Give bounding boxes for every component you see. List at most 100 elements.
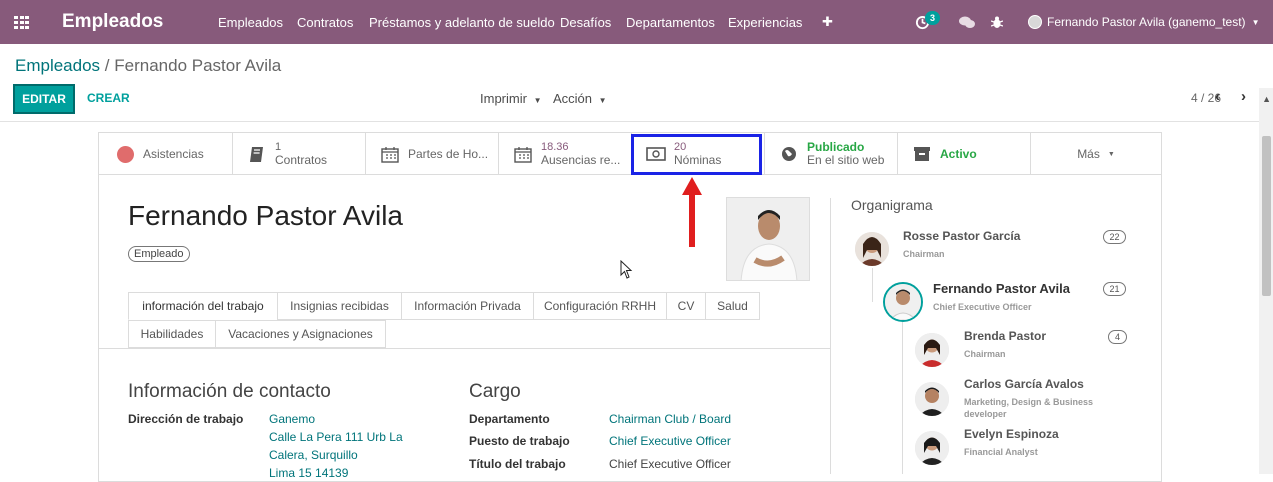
org-subordinate-count[interactable]: 4 xyxy=(1108,330,1127,344)
job-position-value[interactable]: Chief Executive Officer xyxy=(609,434,731,448)
job-position-label: Puesto de trabajo xyxy=(469,434,570,448)
breadcrumb-current: Fernando Pastor Avila xyxy=(114,56,282,75)
activity-count-badge: 3 xyxy=(925,11,940,25)
org-self-avatar[interactable] xyxy=(883,282,923,322)
app-title[interactable]: Empleados xyxy=(62,0,163,44)
action-dropdown[interactable]: Acción ▼ xyxy=(553,91,607,106)
pager-next-icon[interactable]: › xyxy=(1241,88,1246,105)
active-toggle-button[interactable]: Activo xyxy=(898,133,1031,175)
department-label: Departamento xyxy=(469,412,550,426)
edit-button[interactable]: EDITAR xyxy=(13,84,75,114)
job-title-value[interactable]: Chief Executive Officer xyxy=(609,457,731,471)
menu-desafios[interactable]: Desafíos xyxy=(560,0,611,44)
tab-skills[interactable]: Habilidades xyxy=(128,320,216,348)
tab-badges[interactable]: Insignias recibidas xyxy=(277,292,402,320)
top-navbar: Empleados Empleados Contratos Préstamos … xyxy=(0,0,1273,44)
org-subordinate-avatar[interactable] xyxy=(915,431,949,465)
org-self-count[interactable]: 21 xyxy=(1103,282,1126,296)
work-address-line[interactable]: Calera, Surquillo xyxy=(269,448,358,462)
org-subordinate-avatar[interactable] xyxy=(915,333,949,367)
org-connector xyxy=(872,268,873,302)
calendar-icon xyxy=(380,146,400,163)
menu-empleados[interactable]: Empleados xyxy=(218,0,283,44)
archive-icon xyxy=(912,146,932,162)
position-section-title: Cargo xyxy=(469,381,521,402)
org-manager-avatar[interactable] xyxy=(855,232,889,266)
caret-down-icon: ▼ xyxy=(533,96,542,105)
print-label: Imprimir xyxy=(480,91,527,106)
work-address-line[interactable]: Lima 15 14139 xyxy=(269,466,348,480)
org-chart-title: Organigrama xyxy=(851,197,933,213)
work-address-company[interactable]: Ganemo xyxy=(269,412,315,426)
breadcrumb-parent[interactable]: Empleados xyxy=(15,56,100,75)
menu-experiencias[interactable]: Experiencias xyxy=(728,0,802,44)
org-chart-separator xyxy=(830,198,831,474)
menu-departamentos[interactable]: Departamentos xyxy=(626,0,715,44)
website-label: En el sitio web xyxy=(807,153,885,167)
menu-prestamos[interactable]: Préstamos y adelanto de sueldo xyxy=(369,0,555,44)
attendance-status-icon xyxy=(115,145,135,163)
org-subordinate-job: Marketing, Design & Business xyxy=(964,397,1094,407)
control-panel: Empleados / Fernando Pastor Avila EDITAR… xyxy=(0,44,1273,122)
mouse-cursor-icon xyxy=(620,260,633,279)
department-value[interactable]: Chairman Club / Board xyxy=(609,412,731,426)
caret-down-icon: ▼ xyxy=(1107,150,1115,158)
contracts-button[interactable]: 1 Contratos xyxy=(233,133,366,175)
timesheets-button[interactable]: Partes de Ho... xyxy=(366,133,499,175)
work-address-line[interactable]: Calle La Pera 111 Urb La xyxy=(269,430,403,444)
tab-health[interactable]: Salud xyxy=(705,292,760,320)
caret-down-icon: ▼ xyxy=(598,96,607,105)
org-manager-count[interactable]: 22 xyxy=(1103,230,1126,244)
action-label: Acción xyxy=(553,91,593,106)
breadcrumb-separator: / xyxy=(104,56,110,75)
print-dropdown[interactable]: Imprimir ▼ xyxy=(480,91,541,106)
org-subordinate-name[interactable]: Carlos García Avalos xyxy=(964,377,1084,391)
tabs-divider xyxy=(98,348,830,349)
smart-button-box: Asistencias 1 Contratos Partes de Ho... … xyxy=(99,133,1161,175)
contracts-label: Contratos xyxy=(275,153,328,167)
work-address-label: Dirección de trabajo xyxy=(128,412,244,426)
tab-cv[interactable]: CV xyxy=(666,292,706,320)
org-subordinate-job: Chairman xyxy=(964,349,1006,359)
org-subordinate-name[interactable]: Evelyn Espinoza xyxy=(964,427,1059,441)
employee-photo[interactable] xyxy=(726,197,810,281)
org-manager-name[interactable]: Rosse Pastor García xyxy=(903,229,1020,243)
plus-icon[interactable]: ✚ xyxy=(822,0,833,44)
timesheets-label: Partes de Ho... xyxy=(408,147,489,161)
create-button[interactable]: CREAR xyxy=(87,91,130,105)
book-icon xyxy=(247,146,267,163)
tab-leaves-allocations[interactable]: Vacaciones y Asignaciones xyxy=(215,320,386,348)
chat-icon[interactable] xyxy=(959,0,975,44)
tab-work-info[interactable]: información del trabajo xyxy=(128,292,278,320)
menu-contratos[interactable]: Contratos xyxy=(297,0,353,44)
employee-name[interactable]: Fernando Pastor Avila xyxy=(128,200,403,232)
form-tabs: información del trabajo Insignias recibi… xyxy=(128,292,760,348)
absences-button[interactable]: 18.36 Ausencias re... xyxy=(499,133,632,175)
scrollbar-thumb[interactable] xyxy=(1262,136,1271,296)
org-subordinate-job: Financial Analyst xyxy=(964,447,1038,457)
user-avatar xyxy=(1028,15,1042,29)
apps-menu-icon[interactable] xyxy=(14,0,32,44)
more-dropdown[interactable]: Más ▼ xyxy=(1031,133,1161,175)
org-connector xyxy=(902,322,903,474)
user-menu[interactable]: Fernando Pastor Avila (ganemo_test) ▼ xyxy=(1028,0,1259,44)
scrollbar[interactable] xyxy=(1259,88,1273,474)
job-title-label: Título del trabajo xyxy=(469,457,566,471)
org-manager-job: Chairman xyxy=(903,249,945,259)
attendance-button[interactable]: Asistencias xyxy=(99,133,233,175)
caret-down-icon: ▼ xyxy=(1251,17,1260,27)
pager-previous-icon[interactable]: ‹ xyxy=(1215,88,1220,105)
org-self-name[interactable]: Fernando Pastor Avila xyxy=(933,281,1070,296)
website-publish-button[interactable]: Publicado En el sitio web xyxy=(765,133,898,175)
tab-private-info[interactable]: Información Privada xyxy=(401,292,534,320)
scroll-up-icon[interactable]: ▲ xyxy=(1262,94,1271,104)
payslips-highlight-box xyxy=(631,134,762,175)
employee-tag[interactable]: Empleado xyxy=(128,246,190,262)
org-subordinate-job: developer xyxy=(964,409,1007,419)
org-subordinate-avatar[interactable] xyxy=(915,382,949,416)
annotation-arrow-icon xyxy=(682,177,702,247)
tab-hr-settings[interactable]: Configuración RRHH xyxy=(533,292,667,320)
org-subordinate-name[interactable]: Brenda Pastor xyxy=(964,329,1046,343)
org-self-job: Chief Executive Officer xyxy=(933,302,1032,312)
bug-icon[interactable] xyxy=(991,0,1003,44)
